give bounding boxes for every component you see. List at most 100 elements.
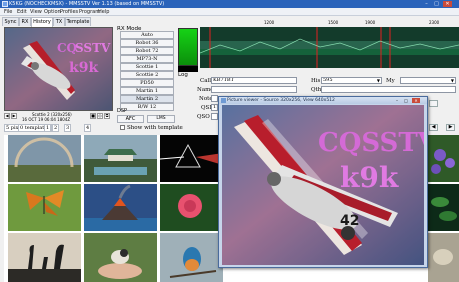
spectrum-scale: 1200 1500 1900 2300: [200, 20, 459, 27]
signal-level-meter: [178, 28, 198, 66]
qsl-field[interactable]: 11: [211, 104, 218, 111]
viewer-minimize-button[interactable]: –: [393, 98, 401, 103]
copy-icon[interactable]: ⧉: [104, 113, 110, 119]
template-page-2[interactable]: 2: [52, 124, 60, 132]
rx-preview-image[interactable]: CQ SSTV k9k: [4, 27, 113, 111]
dsp-title: DSP: [117, 108, 128, 114]
menu-help[interactable]: Help: [98, 9, 109, 15]
template-page-4[interactable]: 4: [84, 124, 92, 132]
gallery-thumb-prism[interactable]: [160, 135, 223, 182]
viewer-callsign-text: k9k: [340, 161, 399, 194]
gallery-thumb-lily-pads[interactable]: [428, 184, 459, 231]
his-rst-value: 595: [323, 77, 333, 83]
lms-button[interactable]: LMS: [147, 115, 175, 123]
save-image-icon[interactable]: ■: [90, 113, 96, 119]
scale-label-1200: 1200: [264, 20, 275, 25]
menu-edit[interactable]: Edit: [17, 9, 27, 15]
menu-file[interactable]: File: [4, 9, 12, 15]
his-label: His: [311, 78, 321, 84]
waterfall-display[interactable]: [200, 27, 459, 68]
window-titlebar: K5KG (NOCHECKMSX) - MMSSTV Ver 1.13 (bas…: [0, 0, 459, 8]
menu-program[interactable]: Program: [79, 9, 100, 15]
mode-bw12-button[interactable]: B/W 12: [120, 103, 174, 111]
close-button[interactable]: ✕: [443, 1, 452, 7]
his-rst-dropdown[interactable]: 595 ▼: [321, 77, 382, 84]
viewer-number-text: 42: [340, 213, 359, 229]
call-field[interactable]: KB7TBT: [211, 77, 297, 84]
name-field[interactable]: [211, 86, 297, 93]
gallery-thumb-birds-sunset[interactable]: [8, 233, 81, 282]
qso-label: QSO: [197, 114, 210, 120]
call-label: Call: [200, 78, 212, 84]
gallery-thumb-pavilion[interactable]: [84, 135, 157, 182]
tab-tx[interactable]: TX: [53, 17, 65, 26]
gallery-thumb-kingfisher[interactable]: [160, 233, 223, 282]
menu-option[interactable]: Option: [44, 9, 61, 15]
viewer-cqsstv-text: CQSSTV: [318, 128, 424, 158]
gallery-thumb-seashell[interactable]: [428, 233, 459, 282]
tab-template[interactable]: Template: [65, 17, 91, 26]
chevron-down-icon: ▼: [376, 78, 380, 83]
svg-text:SSTV: SSTV: [75, 41, 111, 55]
template-page-3[interactable]: 3: [64, 124, 72, 132]
app-icon: [2, 1, 8, 7]
scale-label-1900: 1900: [365, 20, 376, 25]
next-image-button[interactable]: ▶: [11, 113, 17, 119]
preview-airplane-image: CQ SSTV k9k: [5, 28, 112, 110]
maximize-button[interactable]: □: [432, 1, 441, 7]
picture-viewer-title: Picture viewer - Source 320x256, View 64…: [227, 98, 335, 103]
template-page-1[interactable]: 1: [44, 124, 52, 132]
picture-viewer-image: 42 CQSSTV k9k: [222, 105, 424, 265]
viewer-close-button[interactable]: ✕: [412, 98, 420, 103]
picture-viewer-window[interactable]: Picture viewer - Source 320x256, View 64…: [218, 96, 428, 268]
mode-martin1-button[interactable]: Martin 1: [120, 87, 174, 95]
log-side-button[interactable]: [429, 100, 438, 107]
mode-pd50-button[interactable]: PD50: [120, 79, 174, 87]
mode-scottie2-button[interactable]: Scottie 2: [120, 71, 174, 79]
show-with-template-checkbox[interactable]: [120, 125, 125, 130]
mode-martin2-button[interactable]: Martin 2: [120, 95, 174, 103]
qth-label: Qth: [311, 87, 322, 93]
scale-label-2300: 2300: [429, 20, 440, 25]
gallery-thumb-bird-on-hand[interactable]: [84, 233, 157, 282]
gallery-nav-next-button[interactable]: ▶: [446, 124, 455, 131]
prev-image-button[interactable]: ◀: [4, 113, 10, 119]
gallery-thumb-volcano[interactable]: [84, 184, 157, 231]
log-title: Log: [178, 72, 188, 78]
preview-timestamp: 16 OCT 19 06:04 1804Z: [22, 117, 71, 122]
tab-sync[interactable]: Sync: [2, 17, 19, 26]
gallery-thumb-purple-flowers[interactable]: [428, 135, 459, 182]
chevron-down-icon: ▼: [450, 78, 454, 83]
mode-mp73n-button[interactable]: MP73-N: [120, 55, 174, 63]
mmsstv-window: K5KG (NOCHECKMSX) - MMSSTV Ver 1.13 (bas…: [0, 0, 459, 282]
mode-robot36-button[interactable]: Robot 36: [120, 39, 174, 47]
template-bar: 5 pix 0 templates 1 2 3 4 Show with temp…: [4, 124, 222, 133]
viewer-maximize-button[interactable]: □: [402, 98, 410, 103]
my-label: My: [386, 78, 395, 84]
qso-field[interactable]: [211, 113, 218, 120]
zoom-icon[interactable]: ◎: [97, 113, 103, 119]
gallery-thumb-butterfly[interactable]: [8, 184, 81, 231]
afc-button[interactable]: AFC: [117, 115, 144, 123]
menu-bar: File Edit View Option Profiles Program H…: [0, 8, 459, 16]
note-field[interactable]: [211, 95, 218, 102]
svg-text:k9k: k9k: [69, 60, 98, 76]
gallery-nav-button[interactable]: ◀: [429, 124, 438, 131]
tab-history[interactable]: History: [31, 17, 53, 27]
minimize-button[interactable]: –: [422, 1, 431, 7]
preview-controls: ◀ ▶ Scottie 2 (320x256) 16 OCT 19 06:04 …: [4, 112, 113, 124]
mode-auto-button[interactable]: Auto: [120, 31, 174, 39]
mode-robot72-button[interactable]: Robot 72: [120, 47, 174, 55]
gallery-thumb-rainbow[interactable]: [8, 135, 81, 182]
scale-label-1500: 1500: [328, 20, 339, 25]
qth-field[interactable]: [321, 86, 456, 93]
menu-profiles[interactable]: Profiles: [60, 9, 78, 15]
menu-view[interactable]: View: [30, 9, 42, 15]
my-rst-dropdown[interactable]: ▼: [400, 77, 456, 84]
window-title: K5KG (NOCHECKMSX) - MMSSTV Ver 1.13 (bas…: [9, 1, 165, 7]
mode-scottie1-button[interactable]: Scottie 1: [120, 63, 174, 71]
show-with-template-label: Show with template: [127, 125, 183, 131]
tab-rx[interactable]: RX: [19, 17, 31, 26]
gallery-thumb-rose[interactable]: [160, 184, 223, 231]
preview-cqsstv-text: CQ: [57, 41, 77, 55]
